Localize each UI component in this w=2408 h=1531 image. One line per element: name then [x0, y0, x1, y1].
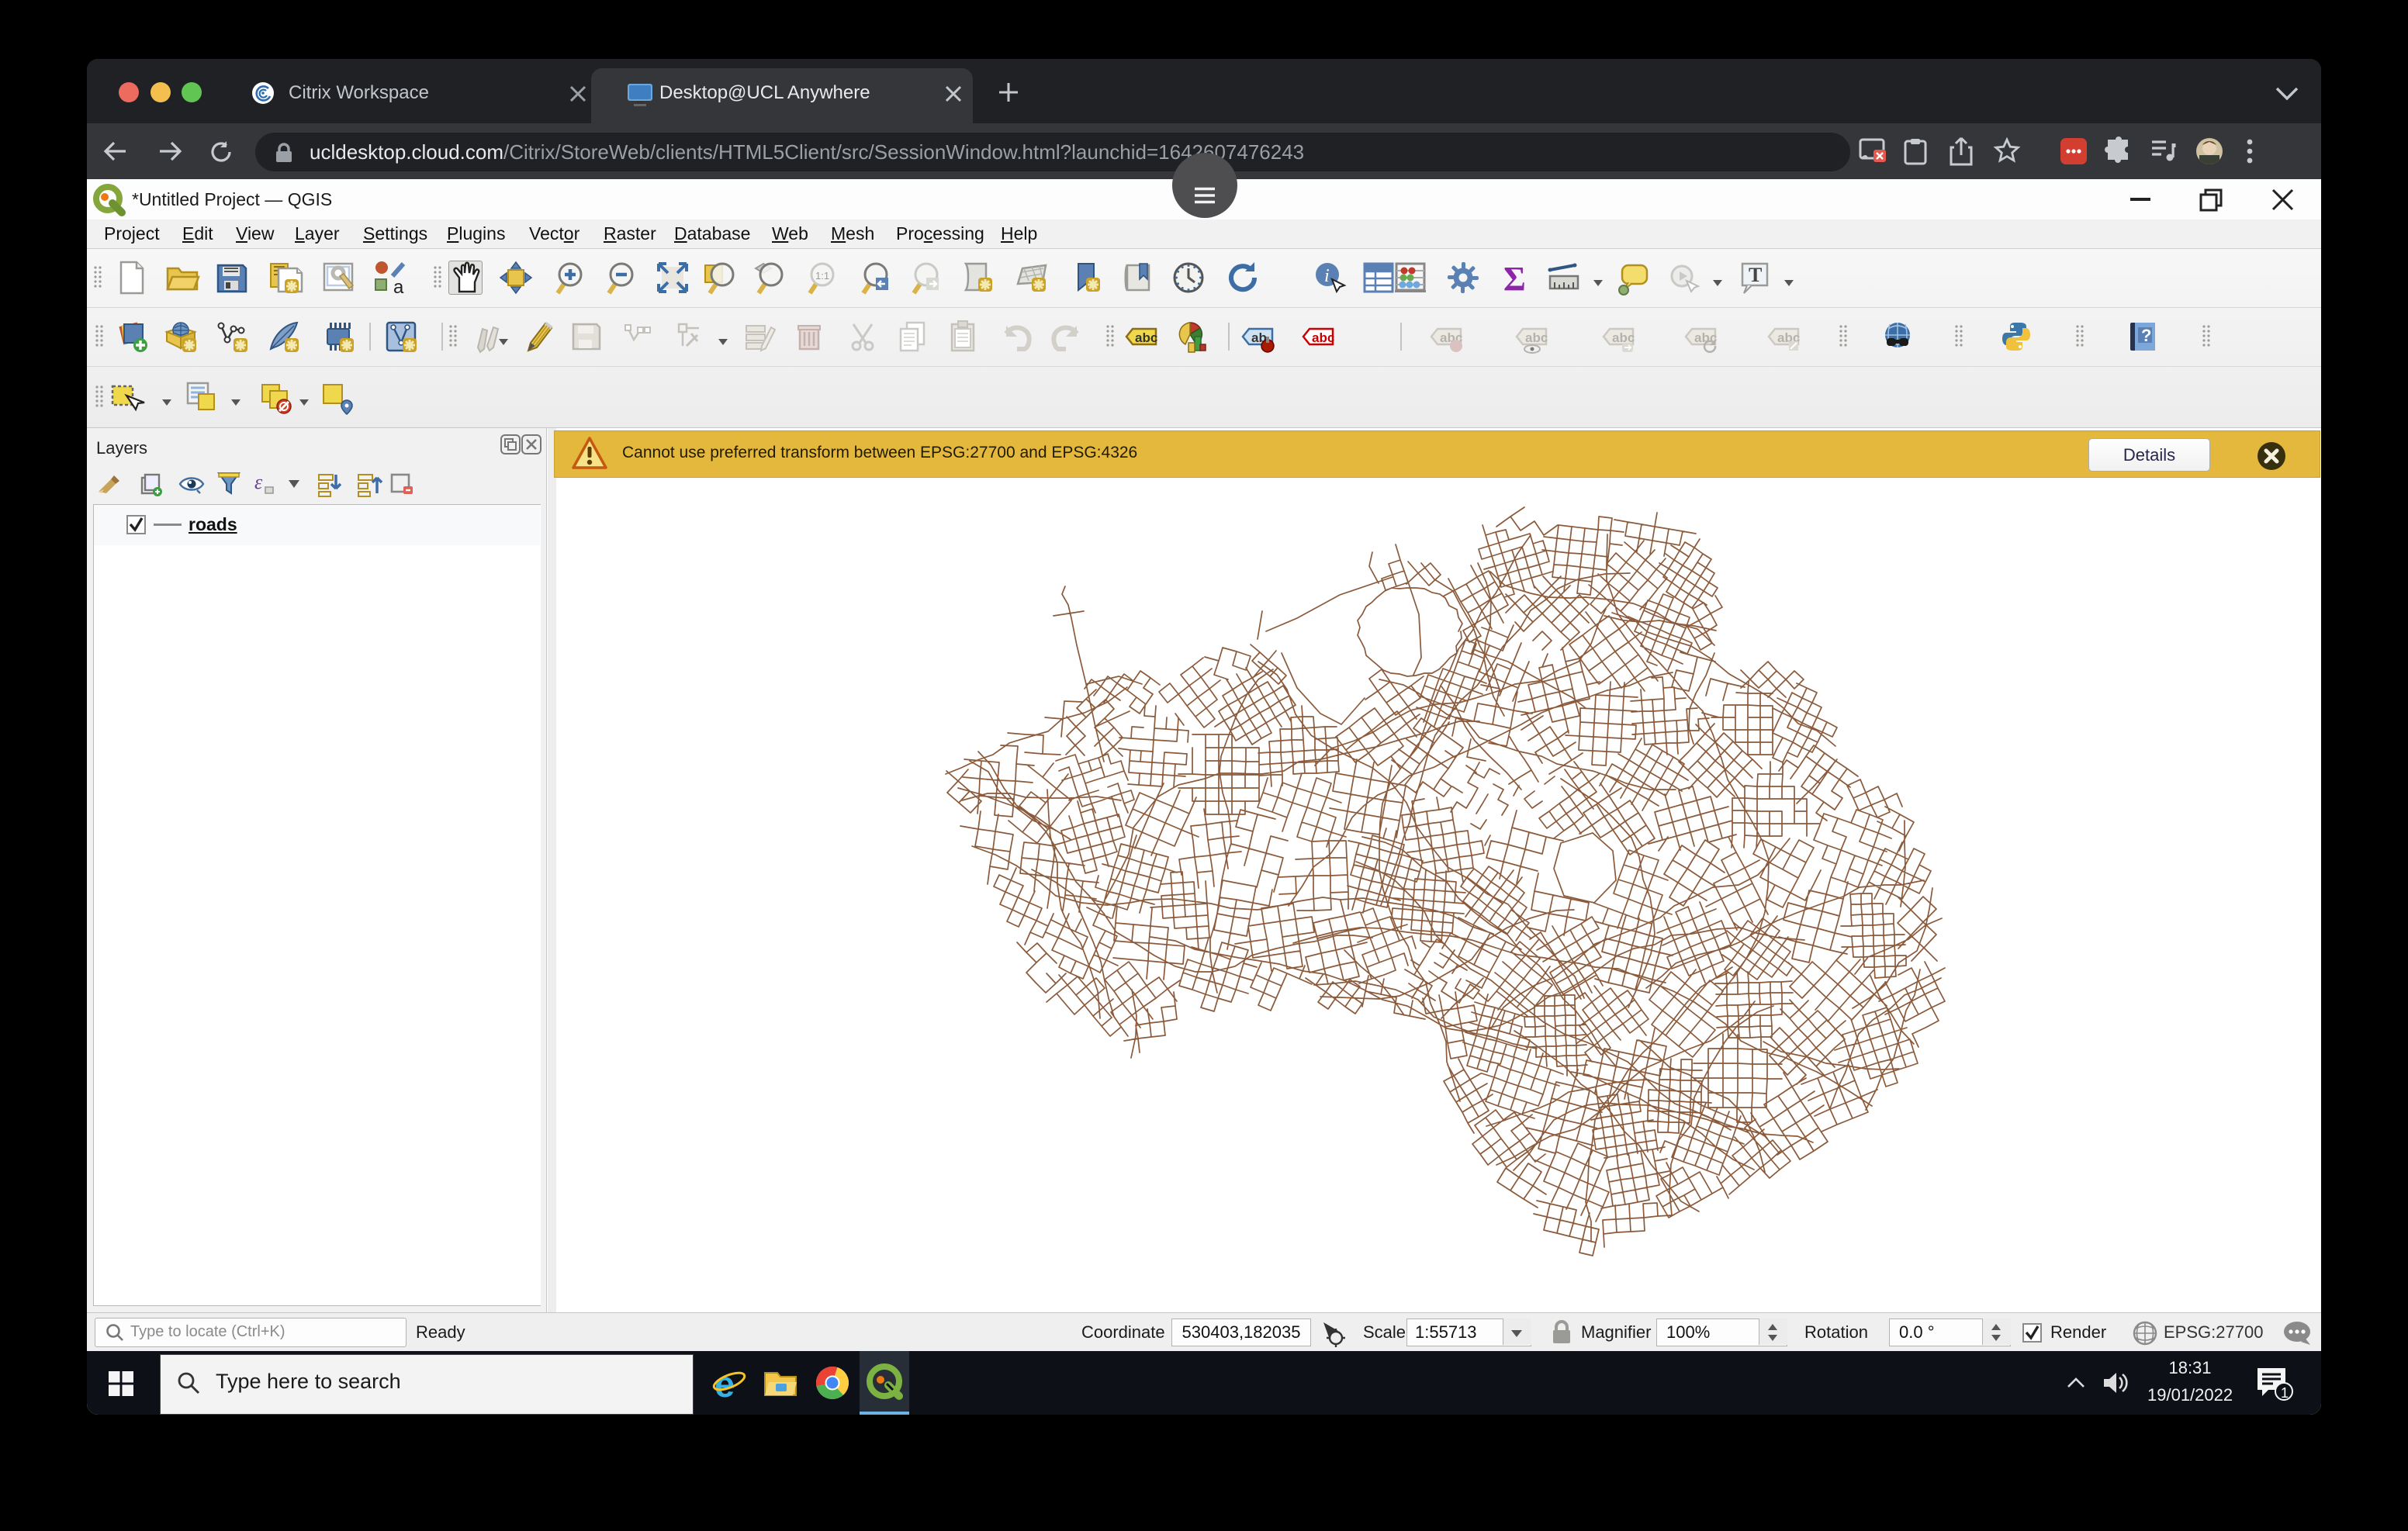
svg-text:1: 1	[2281, 1385, 2289, 1401]
svg-text:?: ?	[2141, 326, 2151, 345]
svg-text:1:1: 1:1	[815, 270, 829, 282]
svg-text:abc: abc	[1135, 330, 1157, 345]
svg-text:a: a	[393, 277, 404, 298]
svg-text:abc: abc	[1525, 330, 1548, 345]
svg-text:abc: abc	[1312, 330, 1334, 345]
svg-text:T: T	[1749, 264, 1762, 286]
svg-text:ε: ε	[254, 471, 263, 493]
svg-text:i: i	[1324, 266, 1330, 286]
svg-text:e: e	[714, 1363, 735, 1405]
svg-text:Σ: Σ	[1503, 260, 1526, 298]
